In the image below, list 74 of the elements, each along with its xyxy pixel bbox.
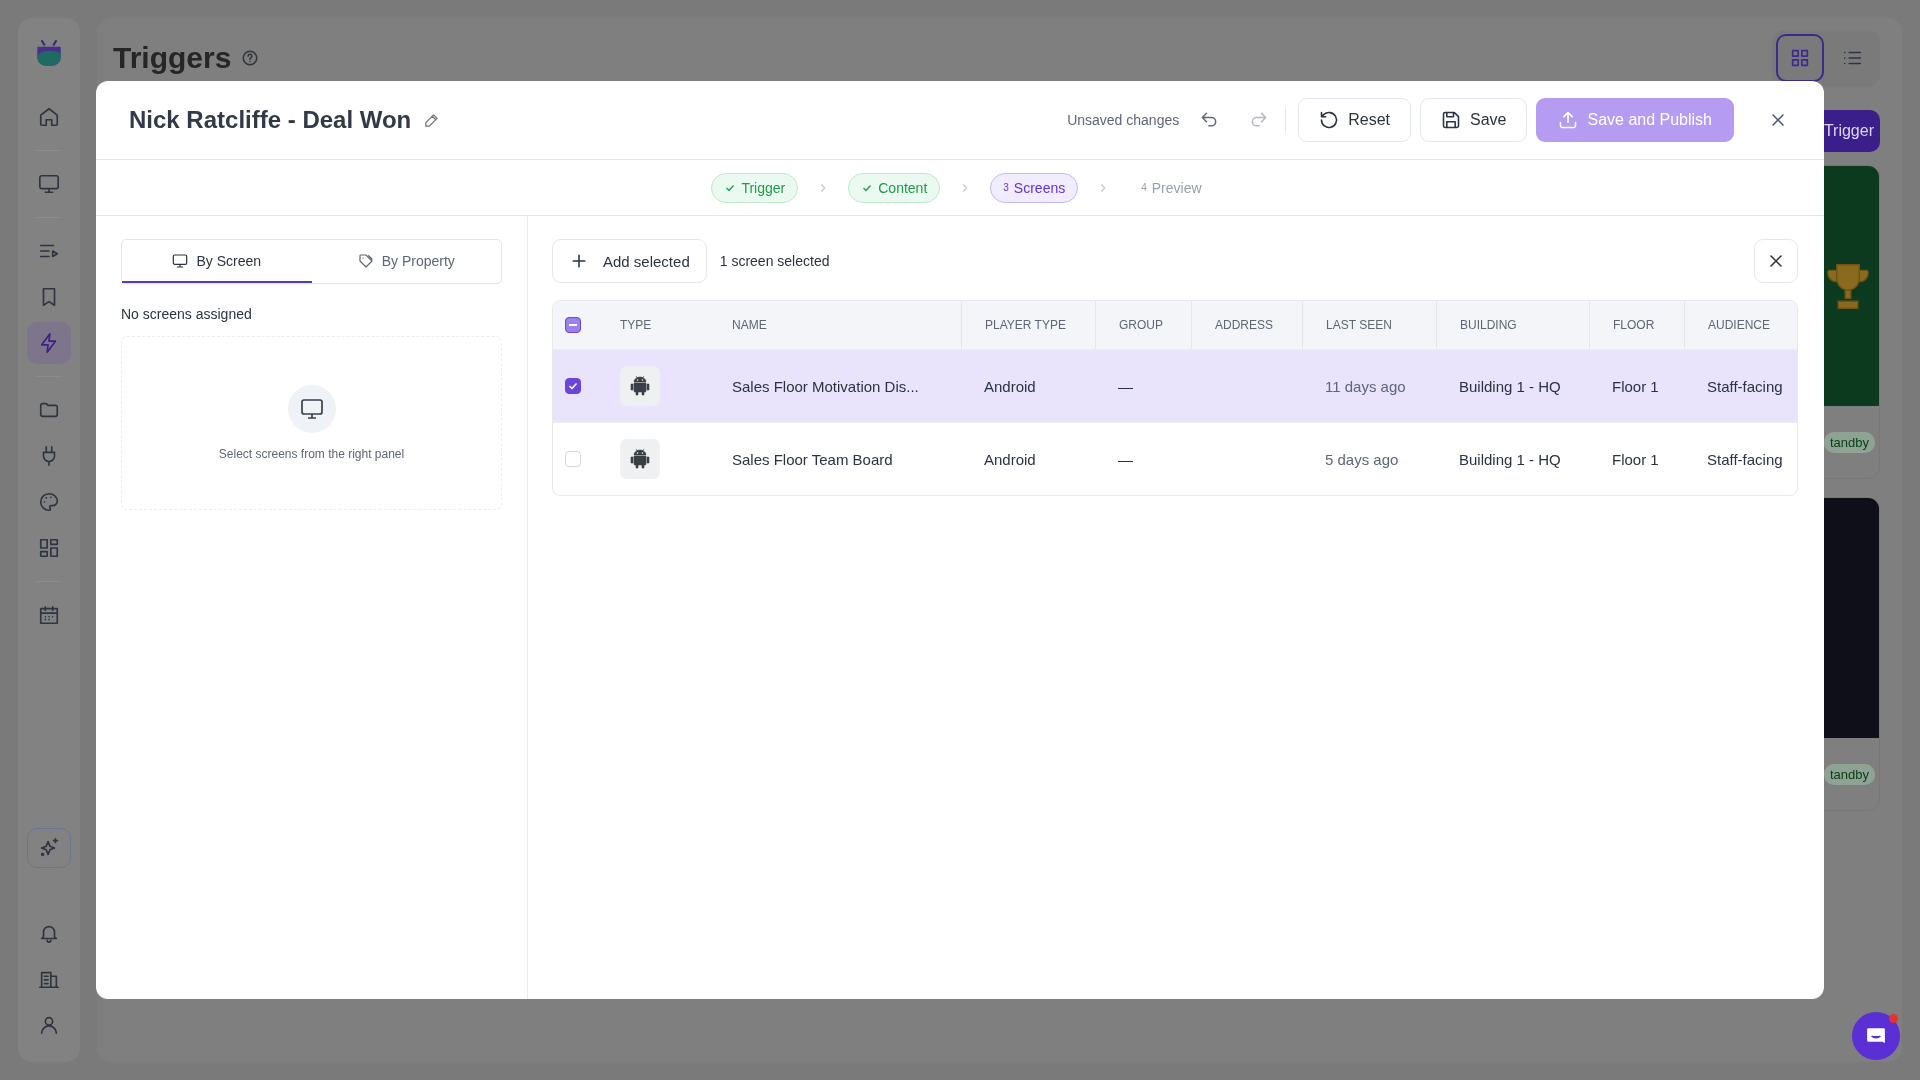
column-header: LAST SEEN <box>1326 318 1392 332</box>
layout-icon <box>38 537 60 559</box>
tab[interactable]: By Screen <box>122 240 312 283</box>
tab-label: By Screen <box>196 252 262 269</box>
table-cell: Sales Floor Team Board <box>732 450 893 468</box>
column-header: TYPE <box>620 318 652 332</box>
calendar-icon <box>38 604 60 626</box>
table-cell: Staff-facing <box>1707 377 1783 395</box>
status-badge: tandby <box>1823 431 1875 453</box>
column-header: PLAYER TYPE <box>985 318 1066 332</box>
step-label: Screens <box>1013 179 1066 196</box>
user-icon <box>38 1014 60 1036</box>
table-cell: Floor 1 <box>1612 450 1659 468</box>
tab-label: By Property <box>381 252 455 269</box>
table-cell: Android <box>984 450 1036 468</box>
step-pill[interactable]: 3 Screens <box>990 172 1079 203</box>
page-title: Triggers <box>113 41 232 75</box>
add-selected-button[interactable]: Add selected <box>552 239 707 283</box>
table-cell: Sales Floor Motivation Dis... <box>732 377 919 395</box>
empty-note: No screens assigned <box>121 306 253 322</box>
reset-icon <box>1319 110 1340 130</box>
save-button[interactable]: Save <box>1420 98 1528 142</box>
monitor-icon <box>38 173 60 195</box>
trophy-icon <box>1827 263 1869 309</box>
assistant-button[interactable] <box>27 828 71 868</box>
tag-icon <box>357 252 374 269</box>
minus-icon <box>569 324 577 326</box>
sparkle-icon <box>38 837 60 859</box>
column-header: ADDRESS <box>1215 318 1273 332</box>
step-number: 4 <box>1141 182 1147 193</box>
table-row[interactable]: Sales Floor Team Board Android — 5 days ago Building 1 - HQ Floor 1 Staff-facing <box>553 422 1797 495</box>
table-row[interactable]: Sales Floor Motivation Dis... Android — 11 days ago Building 1 - HQ Floor 1 Staff-facing <box>553 349 1797 422</box>
android-icon <box>620 366 660 406</box>
nav-item[interactable] <box>27 322 71 364</box>
dialog-title: Nick Ratcliffe - Deal Won <box>129 106 412 134</box>
notification-dot <box>1889 1014 1898 1023</box>
save-icon <box>1441 110 1461 130</box>
column-header: FLOOR <box>1613 318 1655 332</box>
table-cell: — <box>1118 450 1133 468</box>
step-label: Trigger <box>741 179 786 196</box>
table-cell: Android <box>984 377 1036 395</box>
table-cell: 5 days ago <box>1325 450 1399 468</box>
step-number: 3 <box>1003 182 1009 193</box>
table-cell: Floor 1 <box>1612 377 1659 395</box>
home-icon <box>38 106 60 128</box>
unsaved-status: Unsaved changes <box>1067 112 1180 128</box>
monitor-icon <box>287 385 336 433</box>
row-checkbox[interactable] <box>565 378 581 394</box>
step-label: Preview <box>1151 179 1202 196</box>
status-badge: tandby <box>1823 763 1875 785</box>
table-cell: — <box>1118 377 1133 395</box>
column-header: NAME <box>732 318 767 332</box>
empty-hint: Select screens from the right panel <box>218 447 405 461</box>
check-icon <box>567 380 579 392</box>
palette-icon <box>38 491 60 513</box>
tab[interactable]: By Property <box>311 240 501 283</box>
column-header: GROUP <box>1119 318 1163 332</box>
upload-icon <box>1558 110 1579 130</box>
table-cell: Staff-facing <box>1707 450 1783 468</box>
step-label: Content <box>878 179 928 196</box>
column-header: AUDIENCE <box>1708 318 1770 332</box>
select-all-checkbox[interactable] <box>565 317 581 333</box>
monitor-icon <box>172 252 189 269</box>
edit-icon[interactable] <box>423 111 441 129</box>
help-icon[interactable] <box>241 49 260 67</box>
table-cell: Building 1 - HQ <box>1459 377 1561 395</box>
table-cell: Building 1 - HQ <box>1459 450 1561 468</box>
android-icon <box>620 439 660 479</box>
column-header: BUILDING <box>1460 318 1517 332</box>
clear-selection-button[interactable] <box>1754 239 1798 283</box>
selection-count: 1 screen selected <box>719 253 830 269</box>
table-cell: 11 days ago <box>1325 377 1406 395</box>
reset-button[interactable]: Reset <box>1298 98 1411 142</box>
grid-icon <box>1789 47 1811 69</box>
